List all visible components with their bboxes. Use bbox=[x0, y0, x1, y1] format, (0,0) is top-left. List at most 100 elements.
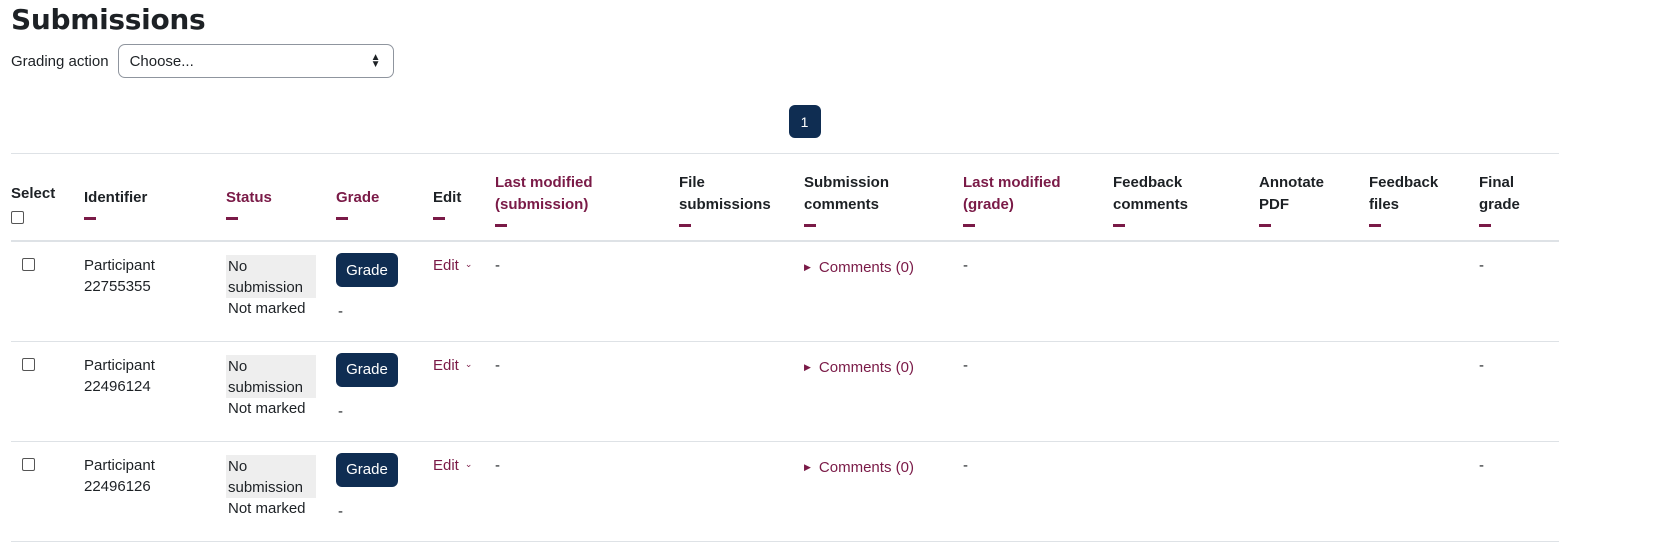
column-header-feedback-files: Feedback files bbox=[1369, 154, 1479, 242]
identifier-cell: Participant 22496126 bbox=[84, 441, 226, 541]
submission-comments-cell: ▶ Comments (0) bbox=[804, 341, 963, 441]
feedback-comments-cell bbox=[1113, 441, 1259, 541]
column-label: Final grade bbox=[1479, 173, 1520, 213]
column-label: Annotate PDF bbox=[1259, 173, 1324, 213]
row-select-checkbox[interactable] bbox=[22, 258, 35, 271]
annotate-pdf-cell bbox=[1259, 241, 1369, 341]
last-modified-submission-cell: - bbox=[495, 257, 500, 274]
last-modified-submission-cell: - bbox=[495, 456, 500, 474]
status-line2: submission bbox=[228, 478, 304, 496]
column-header-identifier: Identifier bbox=[84, 154, 226, 242]
final-grade-cell: - bbox=[1479, 356, 1484, 374]
column-sort-link[interactable]: Last modified (grade) bbox=[963, 172, 1073, 216]
identifier-line2: 22496126 bbox=[84, 477, 151, 495]
minus-icon[interactable] bbox=[336, 216, 348, 220]
edit-menu-button[interactable]: Edit ⌄ bbox=[433, 455, 472, 476]
chevron-down-icon: ⌄ bbox=[464, 259, 473, 269]
grade-cell: Grade - bbox=[336, 441, 433, 541]
column-header-feedback-comments: Feedback comments bbox=[1113, 154, 1259, 242]
column-header-last-modified-submission: Last modified (submission) bbox=[495, 154, 679, 242]
grade-button[interactable]: Grade bbox=[336, 352, 398, 387]
row-select-checkbox[interactable] bbox=[22, 457, 35, 471]
submission-status-badge: No submission bbox=[226, 354, 316, 398]
grading-action-label: Grading action bbox=[11, 52, 109, 70]
identifier-line1: Participant bbox=[84, 257, 155, 274]
minus-icon[interactable] bbox=[1369, 223, 1381, 227]
identifier-line2: 22496124 bbox=[84, 377, 151, 395]
submission-status-badge: No submission bbox=[226, 255, 316, 298]
feedback-files-cell bbox=[1369, 241, 1479, 341]
grade-cell: Grade - bbox=[336, 341, 433, 441]
page-title: Submissions bbox=[11, 3, 206, 36]
table-row: Participant 22496126 No submission Not m… bbox=[11, 441, 1559, 541]
column-header-final-grade: Final grade bbox=[1479, 154, 1559, 242]
submission-status-badge: No submission bbox=[226, 454, 316, 498]
final-grade-cell: - bbox=[1479, 257, 1484, 274]
column-sort-link[interactable]: Status bbox=[226, 187, 336, 209]
column-label: Feedback files bbox=[1369, 173, 1439, 213]
column-label: Feedback comments bbox=[1113, 173, 1189, 213]
file-submissions-cell bbox=[679, 441, 804, 541]
comments-toggle[interactable]: ▶ Comments (0) bbox=[804, 457, 914, 478]
grade-button[interactable]: Grade bbox=[336, 253, 398, 287]
identifier-line1: Participant bbox=[84, 456, 155, 474]
annotate-pdf-cell bbox=[1259, 341, 1369, 441]
minus-icon[interactable] bbox=[433, 216, 445, 220]
last-modified-grade-cell: - bbox=[963, 456, 968, 474]
status-cell: No submission Not marked bbox=[226, 441, 336, 541]
status-cell: No submission Not marked bbox=[226, 241, 336, 341]
select-all-checkbox[interactable] bbox=[11, 210, 24, 224]
identifier-line2: 22755355 bbox=[84, 278, 151, 295]
grade-value: - bbox=[338, 303, 343, 320]
edit-cell: Edit ⌄ bbox=[433, 441, 495, 541]
caret-right-icon: ▶ bbox=[804, 461, 811, 472]
file-submissions-cell bbox=[679, 341, 804, 441]
feedback-files-cell bbox=[1369, 441, 1479, 541]
feedback-files-cell bbox=[1369, 341, 1479, 441]
chevron-down-icon: ⌄ bbox=[464, 458, 473, 469]
edit-cell: Edit ⌄ bbox=[433, 341, 495, 441]
minus-icon[interactable] bbox=[226, 216, 238, 220]
minus-icon[interactable] bbox=[495, 223, 507, 227]
page-1-button[interactable]: 1 bbox=[788, 105, 821, 138]
edit-cell: Edit ⌄ bbox=[433, 241, 495, 341]
minus-icon[interactable] bbox=[804, 223, 816, 227]
grading-action-select[interactable]: Choose... ▲ ▼ bbox=[117, 44, 394, 78]
last-modified-submission-cell: - bbox=[495, 356, 500, 374]
minus-icon[interactable] bbox=[1259, 223, 1271, 227]
column-label: Identifier bbox=[84, 188, 148, 206]
row-select-checkbox[interactable] bbox=[22, 357, 35, 371]
column-label: Edit bbox=[433, 188, 462, 206]
minus-icon[interactable] bbox=[1113, 223, 1125, 227]
status-line1: No bbox=[228, 457, 248, 475]
status-line1: No bbox=[228, 357, 248, 375]
grading-status: Not marked bbox=[228, 300, 306, 317]
column-header-file-submissions: File submissions bbox=[679, 154, 804, 242]
minus-icon[interactable] bbox=[963, 223, 975, 227]
grade-button[interactable]: Grade bbox=[336, 452, 398, 487]
submission-comments-cell: ▶ Comments (0) bbox=[804, 441, 963, 541]
table-row: Participant 22755355 No submission Not m… bbox=[11, 241, 1559, 341]
pagination: 1 bbox=[11, 105, 1662, 138]
minus-icon[interactable] bbox=[84, 216, 96, 220]
column-header-last-modified-grade: Last modified (grade) bbox=[963, 154, 1113, 242]
column-header-annotate-pdf: Annotate PDF bbox=[1259, 154, 1369, 242]
minus-icon[interactable] bbox=[679, 223, 691, 227]
comments-toggle[interactable]: ▶ Comments (0) bbox=[804, 357, 914, 378]
annotate-pdf-cell bbox=[1259, 441, 1369, 541]
last-modified-grade-cell: - bbox=[963, 257, 968, 274]
edit-label: Edit bbox=[433, 356, 459, 374]
edit-menu-button[interactable]: Edit ⌄ bbox=[433, 355, 472, 376]
edit-menu-button[interactable]: Edit ⌄ bbox=[433, 255, 472, 276]
column-header-grade: Grade bbox=[336, 154, 433, 242]
caret-right-icon: ▶ bbox=[804, 262, 811, 272]
column-sort-link[interactable]: Last modified (submission) bbox=[495, 172, 615, 216]
minus-icon[interactable] bbox=[1479, 223, 1491, 227]
comments-toggle[interactable]: ▶ Comments (0) bbox=[804, 257, 914, 278]
feedback-comments-cell bbox=[1113, 241, 1259, 341]
column-label: Select bbox=[11, 184, 56, 202]
identifier-cell: Participant 22755355 bbox=[84, 241, 226, 341]
column-sort-link[interactable]: Grade bbox=[336, 187, 433, 209]
comments-label: Comments (0) bbox=[818, 458, 914, 476]
grading-action-selected: Choose... bbox=[129, 52, 194, 70]
